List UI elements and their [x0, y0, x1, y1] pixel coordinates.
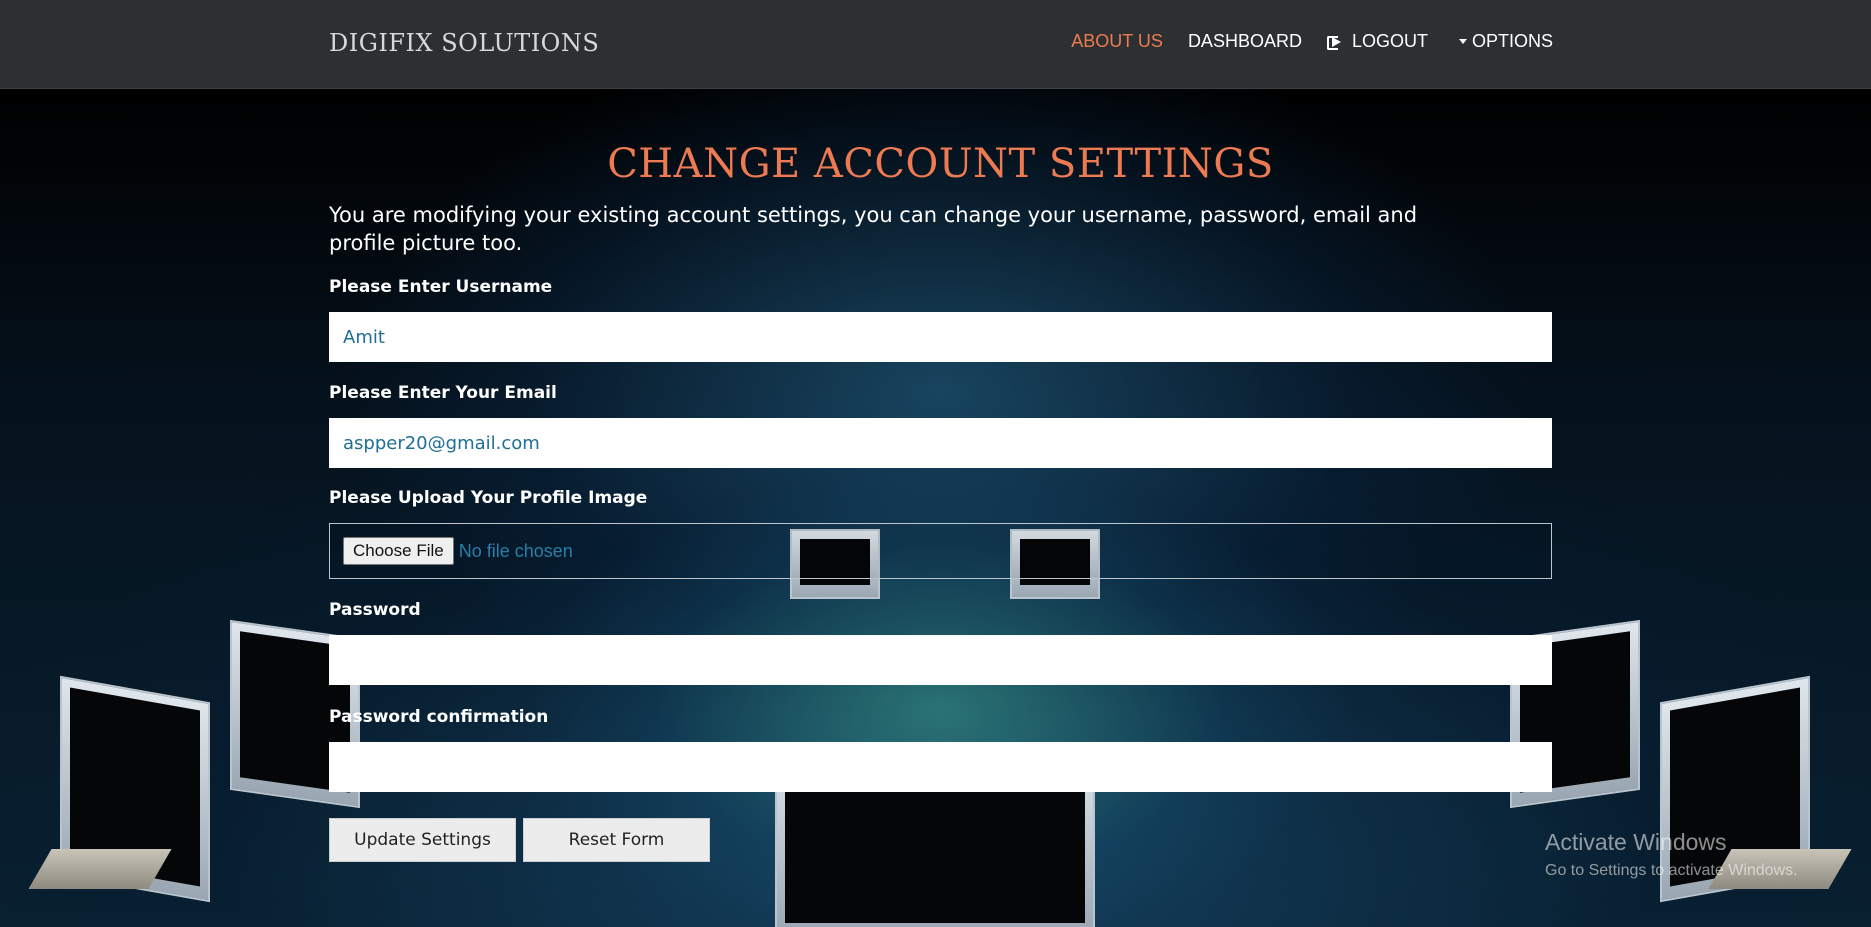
nav-dashboard[interactable]: DASHBOARD — [1188, 31, 1302, 52]
settings-form-container: CHANGE ACCOUNT SETTINGS You are modifyin… — [329, 89, 1552, 862]
password-input[interactable] — [329, 635, 1552, 685]
watermark-title: Activate Windows — [1545, 829, 1727, 855]
username-label: Please Enter Username — [329, 277, 553, 297]
form-buttons: Update Settings Reset Form — [329, 818, 1552, 862]
nav-logout-label: LOGOUT — [1351, 31, 1428, 51]
email-input[interactable]: aspper20@gmail.com — [329, 418, 1552, 468]
nav-options-label: OPTIONS — [1471, 31, 1553, 51]
nav-about-us[interactable]: ABOUT US — [1071, 31, 1163, 52]
intro-text: You are modifying your existing account … — [329, 203, 1418, 255]
password-confirmation-label: Password confirmation — [329, 707, 549, 727]
top-navbar: DIGIFIX SOLUTIONS ABOUT US DASHBOARD LOG… — [0, 0, 1871, 89]
reset-form-button[interactable]: Reset Form — [523, 818, 710, 862]
nav-logout[interactable]: LOGOUT — [1326, 31, 1428, 52]
activate-windows-watermark: Activate Windows Go to Settings to activ… — [1545, 829, 1798, 880]
username-input[interactable]: Amit — [329, 312, 1552, 362]
nav-options-dropdown[interactable]: OPTIONS — [1458, 31, 1553, 52]
username-value: Amit — [343, 326, 385, 348]
profile-image-label: Please Upload Your Profile Image — [329, 488, 648, 508]
nav-dashboard-label: DASHBOARD — [1187, 31, 1302, 51]
password-confirmation-input[interactable] — [329, 742, 1552, 792]
page-title: CHANGE ACCOUNT SETTINGS — [607, 141, 1274, 187]
profile-image-upload: Choose File No file chosen — [329, 523, 1552, 579]
update-settings-button[interactable]: Update Settings — [329, 818, 516, 862]
email-value: aspper20@gmail.com — [343, 432, 540, 454]
password-label: Password — [329, 600, 421, 620]
email-label: Please Enter Your Email — [329, 383, 557, 403]
file-status: No file chosen — [458, 540, 573, 561]
watermark-subtitle: Go to Settings to activate Windows. — [1545, 862, 1798, 879]
nav-about-us-label: ABOUT US — [1071, 31, 1163, 51]
brand-logo[interactable]: DIGIFIX SOLUTIONS — [329, 29, 599, 57]
nav-menu: ABOUT US DASHBOARD LOGOUT OPTIONS — [1046, 31, 1553, 52]
caret-down-icon — [1458, 39, 1467, 44]
choose-file-button[interactable]: Choose File — [343, 537, 454, 565]
logout-icon — [1326, 35, 1343, 50]
